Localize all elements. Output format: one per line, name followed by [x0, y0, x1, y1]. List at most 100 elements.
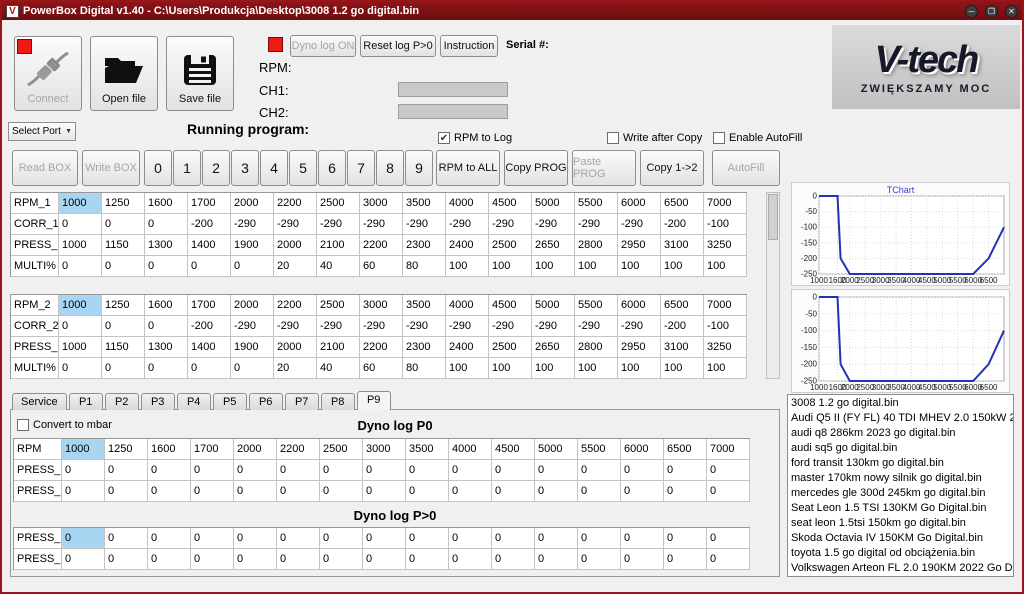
table-cell[interactable]: 0 — [578, 528, 621, 549]
table-cell[interactable]: 0 — [62, 549, 105, 570]
table-cell[interactable]: 100 — [532, 256, 575, 277]
tab[interactable]: P3 — [141, 393, 175, 410]
table-cell[interactable]: 0 — [234, 460, 277, 481]
table-cell[interactable]: 0 — [406, 549, 449, 570]
table-cell[interactable]: 0 — [62, 528, 105, 549]
table-cell[interactable]: 7000 — [704, 193, 747, 214]
table-cell[interactable]: 0 — [363, 549, 406, 570]
table-cell[interactable]: 4000 — [446, 295, 489, 316]
table-cell[interactable]: 3250 — [704, 235, 747, 256]
table-cell[interactable]: 1250 — [102, 295, 145, 316]
tab[interactable]: P8 — [321, 393, 355, 410]
table-cell[interactable]: 6000 — [621, 439, 664, 460]
table-cell[interactable]: 100 — [446, 358, 489, 379]
tab[interactable]: P1 — [69, 393, 103, 410]
table-cell[interactable]: 2400 — [446, 337, 489, 358]
table-cell[interactable]: -290 — [360, 316, 403, 337]
table-cell[interactable]: 2950 — [618, 337, 661, 358]
table-cell[interactable]: -200 — [188, 214, 231, 235]
table-cell[interactable]: 0 — [578, 460, 621, 481]
table-cell[interactable]: 6500 — [661, 295, 704, 316]
tab[interactable]: P7 — [285, 393, 319, 410]
table-cell[interactable]: 2000 — [274, 337, 317, 358]
instruction-button[interactable]: Instruction — [440, 35, 498, 57]
table-cell[interactable]: 2100 — [317, 235, 360, 256]
table-cell[interactable]: 0 — [59, 256, 102, 277]
table-cell[interactable]: 3500 — [403, 193, 446, 214]
tab[interactable]: P5 — [213, 393, 247, 410]
table-cell[interactable]: 0 — [621, 481, 664, 502]
table-cell[interactable]: 0 — [145, 358, 188, 379]
file-list-item[interactable]: audi q8 286km 2023 go digital.bin — [791, 426, 1010, 441]
table-cell[interactable]: 3000 — [360, 295, 403, 316]
table-cell[interactable]: 2100 — [317, 337, 360, 358]
table-cell[interactable]: 5000 — [532, 193, 575, 214]
file-list-item[interactable]: Skoda Octavia IV 150KM Go Digital.bin — [791, 531, 1010, 546]
table-cell[interactable]: 7000 — [707, 439, 750, 460]
table-cell[interactable]: 2500 — [317, 295, 360, 316]
table-cell[interactable]: 0 — [234, 481, 277, 502]
table-cell[interactable]: 0 — [578, 481, 621, 502]
table-cell[interactable]: 40 — [317, 256, 360, 277]
table-cell[interactable]: 2000 — [274, 235, 317, 256]
table-cell[interactable]: 4000 — [446, 193, 489, 214]
table-cell[interactable]: 1900 — [231, 337, 274, 358]
table-cell[interactable]: 2000 — [231, 295, 274, 316]
connect-button[interactable]: Connect — [14, 36, 82, 111]
table-cell[interactable]: 0 — [406, 481, 449, 502]
table-cell[interactable]: -290 — [489, 316, 532, 337]
table-cell[interactable]: 0 — [621, 549, 664, 570]
digit-button[interactable]: 6 — [318, 150, 346, 186]
table-cell[interactable]: 0 — [277, 481, 320, 502]
minimize-button[interactable]: ─ — [965, 5, 978, 18]
file-list[interactable]: 3008 1.2 go digital.binAudi Q5 II (FY FL… — [787, 394, 1014, 577]
table-cell[interactable]: 0 — [449, 481, 492, 502]
table-cell[interactable]: 0 — [102, 358, 145, 379]
file-list-item[interactable]: ford transit 130km go digital.bin — [791, 456, 1010, 471]
table-cell[interactable]: 0 — [449, 460, 492, 481]
table-cell[interactable]: 3000 — [360, 193, 403, 214]
table-cell[interactable]: 0 — [148, 460, 191, 481]
table-cell[interactable]: 4000 — [449, 439, 492, 460]
table-cell[interactable]: 2650 — [532, 337, 575, 358]
file-list-item[interactable]: seat leon 1.5tsi 150km go digital.bin — [791, 516, 1010, 531]
table-cell[interactable]: -290 — [575, 214, 618, 235]
table-cell[interactable]: 5000 — [532, 295, 575, 316]
table-cell[interactable]: 0 — [492, 549, 535, 570]
table-cell[interactable]: 60 — [360, 358, 403, 379]
file-list-item[interactable]: mercedes gle 300d 245km go digital.bin — [791, 486, 1010, 501]
reset-log-button[interactable]: Reset log P>0 — [360, 35, 436, 57]
table-cell[interactable]: 5500 — [575, 295, 618, 316]
table-cell[interactable]: 80 — [403, 256, 446, 277]
table-cell[interactable]: 5500 — [578, 439, 621, 460]
table-cell[interactable]: -290 — [575, 316, 618, 337]
table-cell[interactable]: 20 — [274, 358, 317, 379]
table-cell[interactable]: 5500 — [575, 193, 618, 214]
table-cell[interactable]: 2200 — [360, 235, 403, 256]
table-cell[interactable]: 2500 — [489, 235, 532, 256]
table-cell[interactable]: 0 — [105, 481, 148, 502]
close-button[interactable]: ✕ — [1005, 5, 1018, 18]
table-cell[interactable]: 0 — [102, 214, 145, 235]
table-cell[interactable]: 0 — [492, 528, 535, 549]
table-cell[interactable]: 1000 — [59, 235, 102, 256]
save-file-button[interactable]: Save file — [166, 36, 234, 111]
table-cell[interactable]: -290 — [360, 214, 403, 235]
table-cell[interactable]: 2300 — [403, 235, 446, 256]
select-port-dropdown[interactable]: Select Port ▼ — [8, 122, 76, 141]
table-cell[interactable]: 1600 — [145, 193, 188, 214]
table-cell[interactable]: 0 — [191, 460, 234, 481]
table-cell[interactable]: 3000 — [363, 439, 406, 460]
file-list-item[interactable]: Seat Leon 1.5 TSI 130KM Go Digital.bin — [791, 501, 1010, 516]
table-cell[interactable]: 100 — [575, 256, 618, 277]
table-cell[interactable]: 0 — [231, 358, 274, 379]
table-cell[interactable]: 2200 — [274, 295, 317, 316]
table-cell[interactable]: 2500 — [320, 439, 363, 460]
table-cell[interactable]: -290 — [231, 214, 274, 235]
table-cell[interactable]: -290 — [274, 214, 317, 235]
table-cell[interactable]: -290 — [618, 316, 661, 337]
table-cell[interactable]: 0 — [148, 528, 191, 549]
table-cell[interactable]: 3100 — [661, 235, 704, 256]
digit-button[interactable]: 5 — [289, 150, 317, 186]
table-cell[interactable]: 2300 — [403, 337, 446, 358]
